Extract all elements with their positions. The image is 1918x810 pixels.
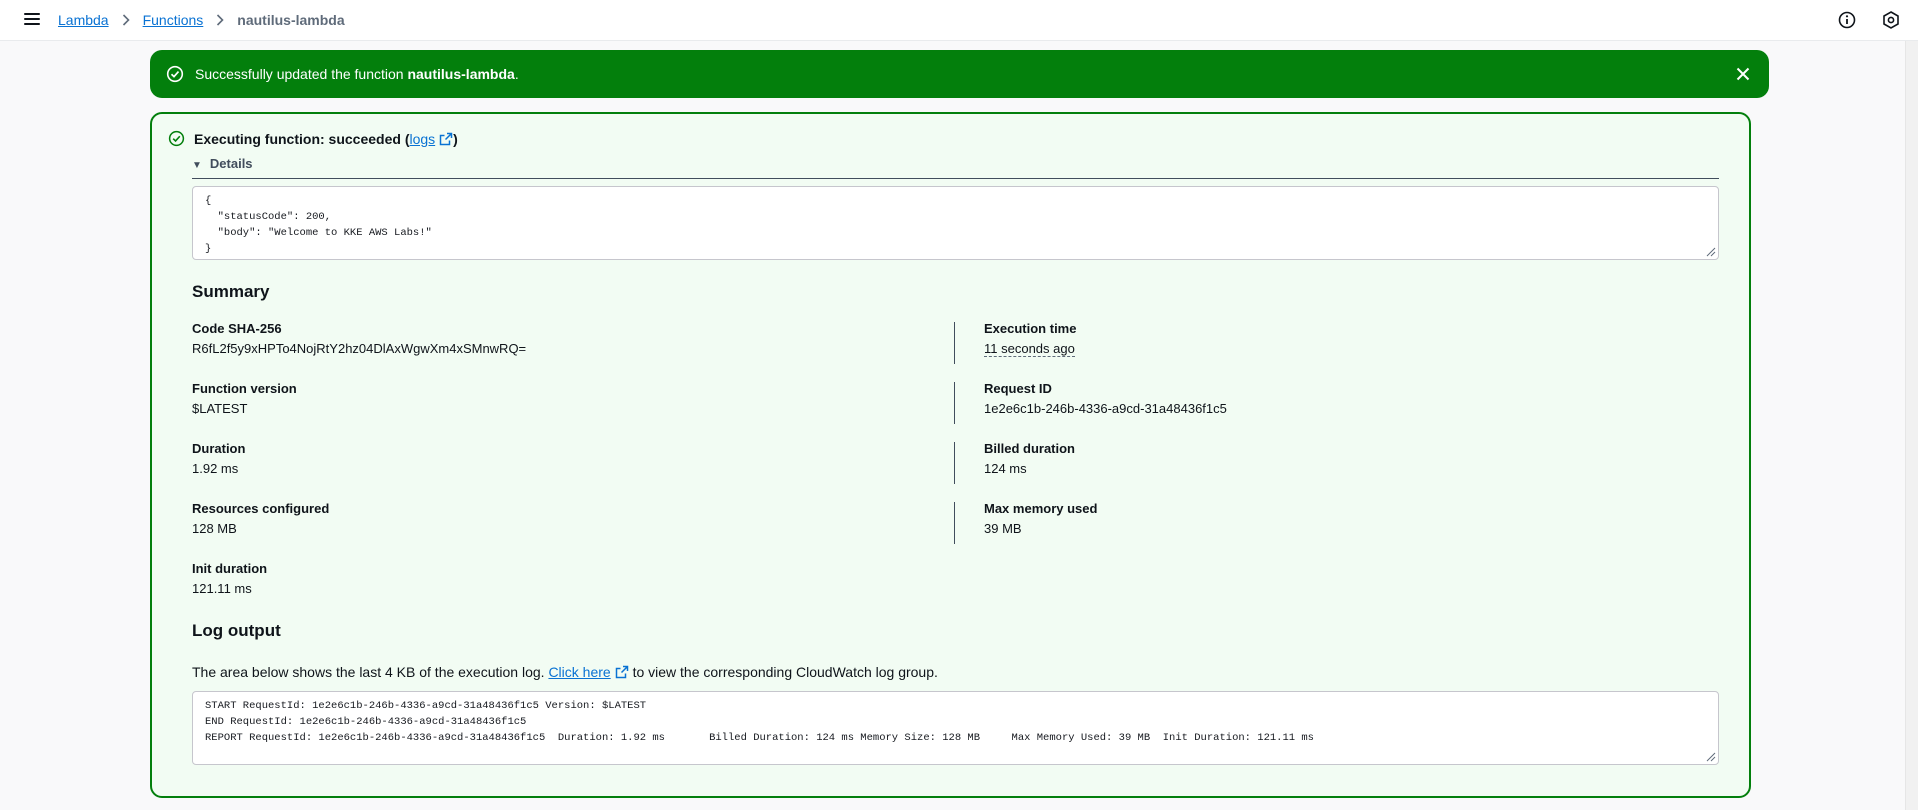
execution-status: Executing function: succeeded ( logs ): [168, 130, 458, 147]
log-output-textarea[interactable]: START RequestId: 1e2e6c1b-246b-4336-a9cd…: [192, 691, 1719, 765]
summary-heading: Summary: [192, 282, 270, 301]
function-version-item: Function version $LATEST: [192, 381, 297, 416]
code-sha-item: Code SHA-256 R6fL2f5y9xHPTo4NojRtY2hz04D…: [192, 321, 527, 356]
execution-time-value[interactable]: 11 seconds ago: [984, 341, 1075, 357]
response-line: {: [205, 195, 212, 207]
resize-handle-icon[interactable]: [1706, 752, 1716, 762]
log-output-heading: Log output: [192, 621, 281, 640]
check-circle-icon: [166, 65, 184, 83]
breadcrumb-functions[interactable]: Functions: [143, 12, 204, 28]
response-line: }: [205, 243, 212, 255]
column-divider: [954, 322, 955, 364]
external-link-icon: [615, 665, 629, 679]
resources-configured-item: Resources configured 128 MB: [192, 501, 330, 536]
resize-handle-icon[interactable]: [1706, 247, 1716, 257]
log-description: The area below shows the last 4 KB of th…: [192, 664, 938, 680]
success-flash-banner: Successfully updated the function nautil…: [150, 50, 1769, 98]
response-line: "body": "Welcome to KKE AWS Labs!": [205, 227, 432, 239]
top-navigation-bar: Lambda Functions nautilus-lambda: [0, 0, 1918, 41]
flash-function-name: nautilus-lambda: [407, 66, 515, 82]
log-line: START RequestId: 1e2e6c1b-246b-4336-a9cd…: [205, 700, 647, 712]
column-divider: [954, 382, 955, 424]
billed-duration-item: Billed duration 124 ms: [984, 441, 1075, 476]
details-expander[interactable]: ▼ Details: [192, 156, 1719, 179]
info-icon[interactable]: [1837, 10, 1857, 30]
flash-message: Successfully updated the function nautil…: [195, 66, 519, 82]
init-duration-item: Init duration 121.11 ms: [192, 561, 268, 596]
column-divider: [954, 502, 955, 544]
response-line: "statusCode": 200,: [205, 211, 332, 223]
log-line: REPORT RequestId: 1e2e6c1b-246b-4336-a9c…: [205, 732, 1314, 744]
top-icons: [1837, 10, 1901, 30]
chevron-right-icon: [122, 14, 130, 26]
cloudwatch-link[interactable]: Click here: [548, 664, 628, 680]
page-scrollbar[interactable]: [1905, 41, 1918, 810]
request-id-item: Request ID 1e2e6c1b-246b-4336-a9cd-31a48…: [984, 381, 1227, 416]
column-divider: [954, 442, 955, 484]
breadcrumb-lambda[interactable]: Lambda: [58, 12, 109, 28]
response-payload-textarea[interactable]: { "statusCode": 200, "body": "Welcome to…: [192, 186, 1719, 260]
chevron-right-icon: [216, 14, 224, 26]
hamburger-menu-icon[interactable]: [22, 10, 42, 30]
execution-result-panel: Executing function: succeeded ( logs ) ▼…: [150, 112, 1751, 798]
external-link-icon: [439, 132, 453, 146]
breadcrumb: Lambda Functions nautilus-lambda: [58, 12, 345, 28]
hexagon-settings-icon[interactable]: [1881, 10, 1901, 30]
execution-time-item: Execution time 11 seconds ago: [984, 321, 1077, 357]
breadcrumb-current: nautilus-lambda: [237, 12, 345, 28]
caret-down-icon: ▼: [192, 160, 202, 171]
duration-item: Duration 1.92 ms: [192, 441, 246, 476]
close-icon[interactable]: [1733, 64, 1753, 84]
logs-link[interactable]: logs: [409, 131, 453, 147]
check-circle-icon: [168, 130, 185, 147]
log-line: END RequestId: 1e2e6c1b-246b-4336-a9cd-3…: [205, 716, 527, 728]
max-memory-item: Max memory used 39 MB: [984, 501, 1098, 536]
